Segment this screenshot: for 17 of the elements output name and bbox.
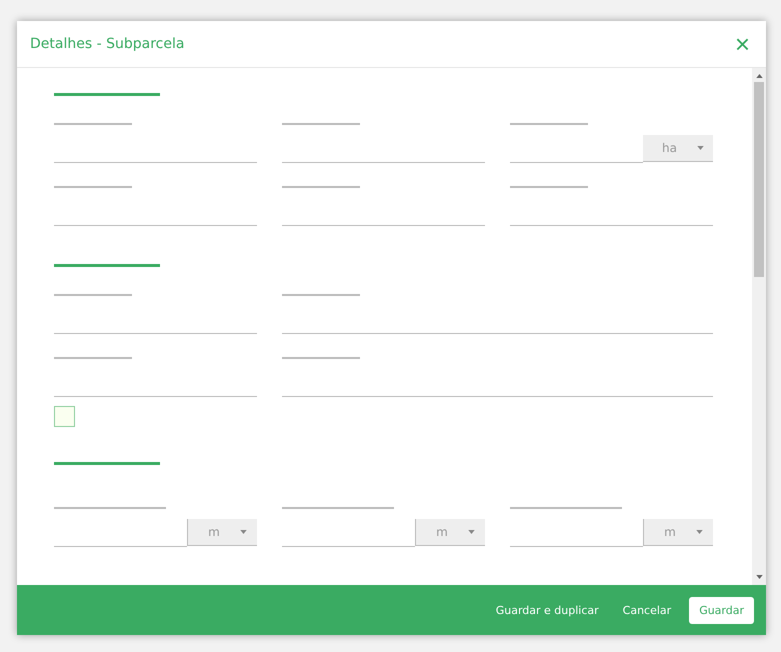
scrollbar[interactable] [752, 68, 766, 585]
unit-select[interactable]: m [643, 519, 713, 546]
caret-icon [468, 530, 475, 534]
footer-button[interactable]: Guardar e duplicar [486, 598, 609, 622]
scroll-up-arrow-icon[interactable] [756, 74, 762, 78]
caret-icon [696, 146, 704, 150]
dialog-title: Detalhes - Subparcela [30, 36, 184, 52]
caret-icon [240, 530, 247, 534]
unit-select[interactable]: m [187, 519, 257, 546]
footer-button[interactable]: Cancelar [612, 598, 682, 622]
caret-icon [696, 530, 703, 534]
checkbox[interactable] [54, 406, 75, 427]
unit-select[interactable]: ha [643, 135, 713, 162]
save-button[interactable]: Guardar [689, 596, 754, 624]
close-button[interactable]: × [734, 31, 750, 57]
scroll-down-arrow-icon[interactable] [756, 575, 762, 579]
unit-select[interactable]: m [415, 519, 485, 546]
